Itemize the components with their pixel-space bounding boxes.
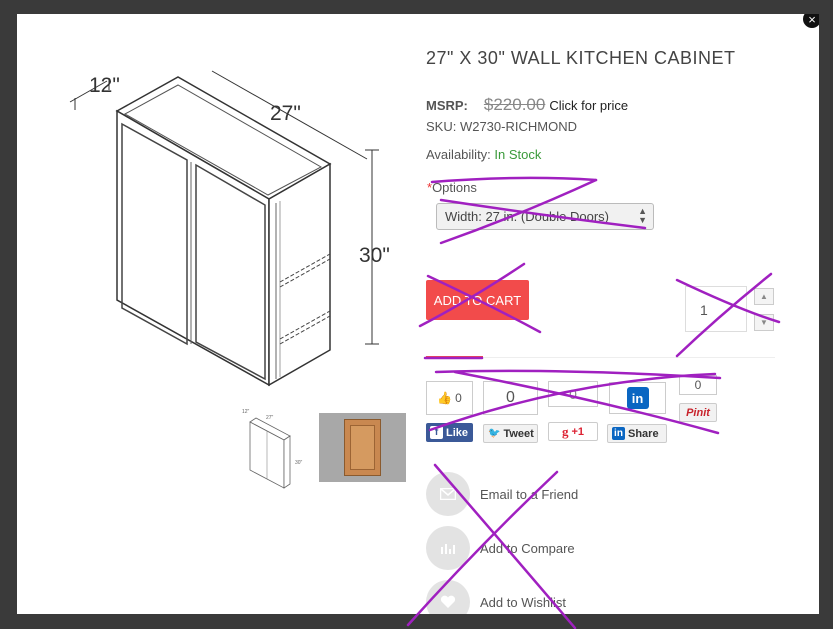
twitter-count: 0 — [483, 381, 538, 415]
thumbnail-door-photo[interactable] — [319, 413, 406, 482]
sku-text: SKU: W2730-RICHMOND — [426, 119, 577, 134]
availability-label: Availability: — [426, 147, 491, 162]
add-to-compare-label: Add to Compare — [480, 540, 575, 556]
quantity-decrease-button[interactable]: ▼ — [754, 314, 774, 331]
google-plus-label: +1 — [571, 425, 585, 438]
availability: Availability: In Stock — [426, 147, 541, 162]
depth-dimension-label: 12" — [89, 74, 120, 97]
quantity-input[interactable]: 1 — [685, 286, 747, 332]
pinterest-pin-button[interactable]: Pinit — [679, 403, 717, 422]
chevron-up-icon: ▲ — [760, 292, 768, 301]
facebook-like-label: Like — [446, 426, 469, 439]
price-row: MSRP: $220.00 Click for price — [426, 95, 628, 115]
facebook-like-button[interactable]: f Like — [426, 423, 473, 442]
product-quickview-modal: 12" 27" 30" 12" 27" 30" 27" X 30" WALL K… — [17, 14, 819, 614]
email-friend-label: Email to a Friend — [480, 486, 579, 502]
twitter-bird-icon: 🐦 — [488, 428, 501, 439]
wood-door-image — [344, 419, 381, 476]
linkedin-icon: in — [626, 387, 649, 409]
add-to-cart-button[interactable]: ADD TO CART — [426, 280, 529, 320]
thumbnail-line-drawing[interactable]: 12" 27" 30" — [242, 406, 312, 492]
height-dimension-label: 30" — [359, 244, 390, 267]
select-arrows-icon: ▲ ▼ — [638, 206, 647, 225]
divider-accent — [426, 356, 483, 358]
linkedin-logo-box: in — [609, 382, 666, 414]
options-selected-value: Width: 27 in. (Double Doors) — [445, 209, 610, 224]
options-label: *Options — [427, 180, 477, 195]
msrp-price: $220.00 — [483, 95, 546, 114]
add-to-wishlist-action[interactable]: Add to Wishlist — [426, 580, 566, 614]
email-friend-action[interactable]: Email to a Friend — [426, 472, 578, 516]
chevron-down-icon: ▼ — [760, 318, 768, 327]
thumb-height-label: 30" — [295, 460, 303, 466]
product-title: 27" X 30" WALL KITCHEN CABINET — [426, 48, 736, 68]
tweet-label: Tweet — [503, 427, 534, 440]
quantity-increase-button[interactable]: ▲ — [754, 288, 774, 305]
facebook-count-value: 0 — [455, 391, 462, 405]
add-to-wishlist-label: Add to Wishlist — [480, 594, 566, 610]
heart-icon — [426, 580, 470, 614]
thumbs-up-icon: 👍 — [437, 391, 453, 405]
close-button[interactable]: × — [801, 14, 819, 30]
options-select[interactable]: Width: 27 in. (Double Doors) ▲ ▼ — [436, 203, 654, 230]
availability-status: In Stock — [494, 147, 542, 162]
tweet-button[interactable]: 🐦 Tweet — [483, 424, 538, 443]
add-to-compare-action[interactable]: Add to Compare — [426, 526, 575, 570]
product-main-image[interactable]: 12" 27" 30" — [67, 54, 407, 394]
google-plus-count: 0 — [548, 381, 598, 407]
linkedin-share-label: Share — [628, 427, 659, 440]
google-plus-button[interactable]: g +1 — [548, 422, 598, 441]
google-plus-icon: g — [561, 423, 569, 439]
linkedin-small-icon: in — [612, 427, 625, 440]
thumb-width-label: 27" — [266, 415, 274, 421]
bar-chart-icon — [426, 526, 470, 570]
width-dimension-label: 27" — [270, 102, 301, 125]
thumb-depth-label: 12" — [242, 409, 250, 415]
facebook-icon: f — [430, 426, 443, 439]
facebook-like-count: 👍 0 — [426, 381, 473, 415]
options-label-text: Options — [432, 180, 477, 195]
envelope-icon — [426, 472, 470, 516]
click-for-price-link[interactable]: Click for price — [549, 98, 628, 113]
linkedin-share-button[interactable]: in Share — [607, 424, 667, 443]
pinterest-count: 0 — [679, 375, 717, 395]
msrp-label: MSRP: — [426, 98, 468, 113]
